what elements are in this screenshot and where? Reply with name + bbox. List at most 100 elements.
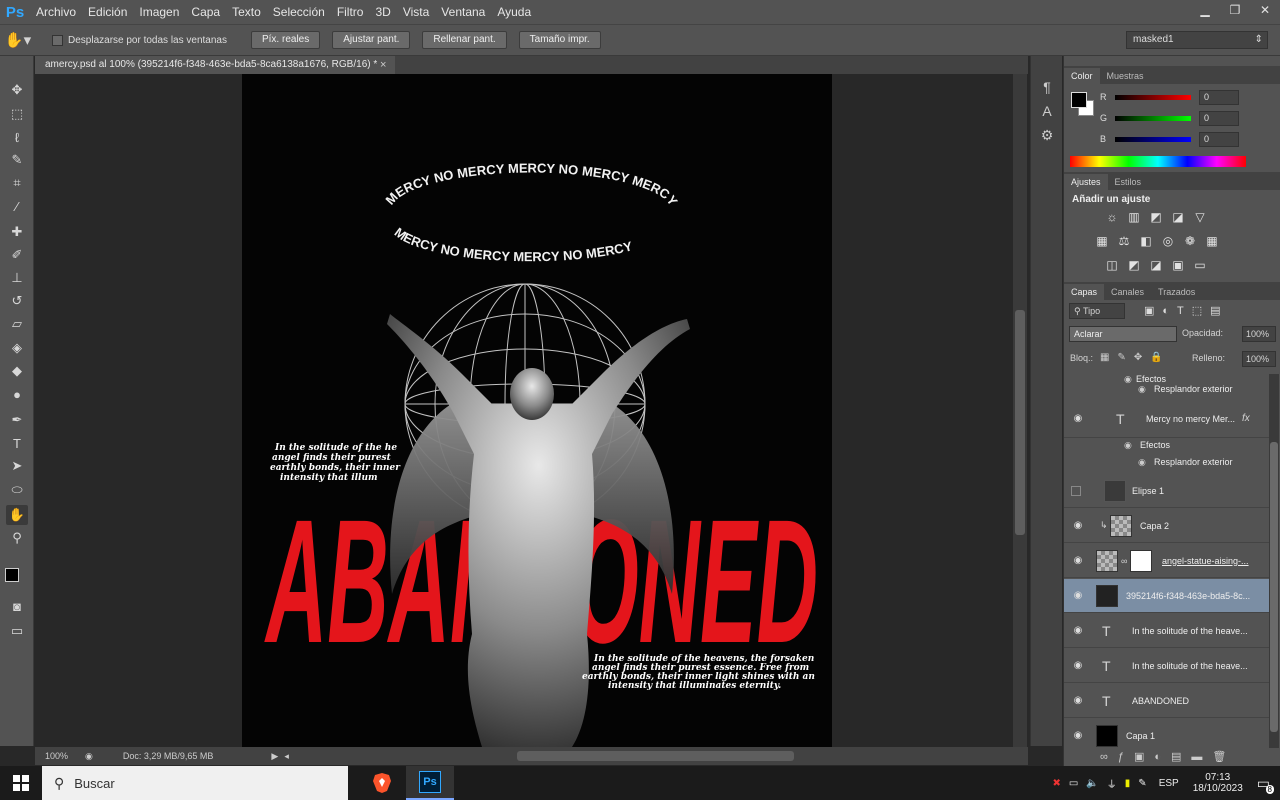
network-icon[interactable]: ▭ bbox=[1069, 778, 1078, 789]
menu-ayuda[interactable]: Ayuda bbox=[491, 0, 537, 24]
eye-icon[interactable]: ◉ bbox=[1071, 413, 1085, 424]
tab-color[interactable]: Color bbox=[1064, 68, 1100, 84]
type-tool-icon[interactable]: T bbox=[6, 433, 28, 453]
taskbar-search[interactable]: ⚲ Buscar bbox=[42, 766, 348, 800]
glow-eye-icon[interactable]: ◉ bbox=[1138, 457, 1146, 468]
tab-trazados[interactable]: Trazados bbox=[1151, 284, 1202, 300]
print-size-button[interactable]: Tamaño impr. bbox=[518, 31, 601, 49]
eye-icon[interactable]: ◉ bbox=[1071, 730, 1085, 741]
effects-eye-icon[interactable]: ◉ bbox=[1124, 440, 1132, 451]
eye-icon[interactable]: ◉ bbox=[1071, 695, 1085, 706]
eye-icon[interactable]: ◉ bbox=[1071, 555, 1085, 566]
language-indicator[interactable]: ESP bbox=[1159, 778, 1179, 789]
blend-mode-select[interactable]: Aclarar bbox=[1069, 326, 1177, 342]
r-track[interactable] bbox=[1115, 94, 1191, 100]
volume-icon[interactable]: 🔈 bbox=[1086, 778, 1098, 789]
history-brush-tool-icon[interactable]: ↺ bbox=[6, 291, 28, 311]
quick-mask-icon[interactable]: ◙ bbox=[6, 596, 28, 616]
stamp-tool-icon[interactable]: ⊥ bbox=[6, 268, 28, 288]
close-tab-icon[interactable]: × bbox=[380, 56, 386, 74]
g-value[interactable]: 0 bbox=[1199, 110, 1239, 126]
menu-edicion[interactable]: Edición bbox=[82, 0, 133, 24]
color-spectrum[interactable] bbox=[1070, 156, 1246, 167]
layer-row[interactable]: ◉ T In the solitude of the heave... bbox=[1064, 649, 1269, 683]
lasso-tool-icon[interactable]: ℓ bbox=[6, 127, 28, 147]
eye-icon[interactable]: ◉ bbox=[1071, 625, 1085, 636]
layer-row[interactable]: ◉ ↳ Capa 2 bbox=[1064, 509, 1269, 543]
b-slider[interactable]: B 0 bbox=[1100, 130, 1260, 148]
eye-icon[interactable]: ◉ bbox=[1071, 520, 1085, 531]
document-tab[interactable]: amercy.psd al 100% (395214f6-f348-463e-b… bbox=[35, 56, 395, 74]
layer-mask-thumbnail[interactable] bbox=[1130, 549, 1152, 572]
tab-ajustes[interactable]: Ajustes bbox=[1064, 174, 1108, 190]
scroll-all-windows-checkbox[interactable] bbox=[52, 34, 63, 46]
close-icon[interactable]: ✕ bbox=[1250, 0, 1280, 20]
pen-tool-icon[interactable]: ✒ bbox=[6, 410, 28, 430]
move-tool-icon[interactable]: ✥ bbox=[6, 80, 28, 100]
fit-screen-button[interactable]: Ajustar pant. bbox=[332, 31, 411, 49]
healing-brush-tool-icon[interactable]: ✚ bbox=[6, 222, 28, 242]
tab-canales[interactable]: Canales bbox=[1104, 284, 1151, 300]
character-icon[interactable]: A bbox=[1038, 102, 1056, 120]
bw-icon[interactable]: ◧ bbox=[1138, 234, 1154, 248]
invert-icon[interactable]: ◫ bbox=[1104, 258, 1120, 272]
menu-archivo[interactable]: Archivo bbox=[30, 0, 82, 24]
crop-tool-icon[interactable]: ⌗ bbox=[6, 173, 28, 193]
vibrance-icon[interactable]: ▽ bbox=[1192, 210, 1208, 224]
menu-capa[interactable]: Capa bbox=[185, 0, 226, 24]
share-icon[interactable]: ◉ bbox=[85, 751, 93, 762]
g-slider[interactable]: G 0 bbox=[1100, 109, 1260, 127]
opacity-field[interactable]: 100% bbox=[1242, 326, 1276, 342]
balance-icon[interactable]: ⚖ bbox=[1116, 234, 1132, 248]
marquee-tool-icon[interactable]: ⬚ bbox=[6, 104, 28, 124]
eyedropper-tool-icon[interactable]: ⁄ bbox=[6, 196, 28, 216]
scroll-left-icon[interactable]: ◂ bbox=[284, 751, 289, 762]
link-icon[interactable]: ∞ bbox=[1121, 556, 1127, 566]
hand-tool-icon[interactable]: ✋ bbox=[6, 505, 28, 525]
photo-filter-icon[interactable]: ◎ bbox=[1160, 234, 1176, 248]
workspace-select[interactable]: masked1 ⇕ bbox=[1126, 31, 1268, 49]
fill-field[interactable]: 100% bbox=[1242, 351, 1276, 367]
curves-icon[interactable]: ◩ bbox=[1148, 210, 1164, 224]
restore-icon[interactable]: ❐ bbox=[1220, 0, 1250, 20]
layer-row[interactable]: Elipse 1 bbox=[1064, 474, 1269, 508]
layers-footer-icons[interactable]: ∞ƒ▣◐▤▬🗑 bbox=[1100, 750, 1236, 763]
horizontal-scroll-thumb[interactable] bbox=[517, 751, 794, 761]
menu-texto[interactable]: Texto bbox=[226, 0, 267, 24]
zoom-level[interactable]: 100% bbox=[45, 751, 81, 761]
menu-seleccion[interactable]: Selección bbox=[267, 0, 331, 24]
windows-start-icon[interactable] bbox=[0, 766, 42, 800]
layer-row[interactable]: ◉ ∞ angel-statue-aising-... bbox=[1064, 544, 1269, 578]
fg-color-swatch[interactable] bbox=[1071, 92, 1087, 108]
menu-ventana[interactable]: Ventana bbox=[435, 0, 491, 24]
threshold-icon[interactable]: ◪ bbox=[1148, 258, 1164, 272]
brightness-icon[interactable]: ☼ bbox=[1104, 210, 1120, 224]
posterize-icon[interactable]: ◩ bbox=[1126, 258, 1142, 272]
screen-mode-icon[interactable]: ▭ bbox=[6, 621, 28, 641]
g-track[interactable] bbox=[1115, 115, 1191, 121]
selective-color-icon[interactable]: ▭ bbox=[1192, 258, 1208, 272]
canvas-area[interactable]: MERCY NO MERCY MERCY NO MERCY MERCY MERC… bbox=[35, 74, 1013, 747]
status-menu-arrow-icon[interactable]: ▶ bbox=[271, 751, 278, 762]
layer-filter-select[interactable]: ⚲ Tipo bbox=[1069, 303, 1125, 319]
tab-muestras[interactable]: Muestras bbox=[1100, 68, 1151, 84]
eraser-tool-icon[interactable]: ▱ bbox=[6, 314, 28, 334]
minimize-icon[interactable]: ▁ bbox=[1190, 0, 1220, 20]
dodge-tool-icon[interactable]: ● bbox=[6, 384, 28, 404]
clock[interactable]: 07:13 18/10/2023 bbox=[1193, 772, 1243, 794]
menu-filtro[interactable]: Filtro bbox=[331, 0, 370, 24]
tab-capas[interactable]: Capas bbox=[1064, 284, 1105, 300]
quick-select-tool-icon[interactable]: ✎ bbox=[6, 150, 28, 170]
layer-row[interactable]: ◉ T In the solitude of the heave... bbox=[1064, 614, 1269, 648]
layer-row[interactable]: ◉ Capa 1 bbox=[1064, 719, 1269, 748]
photoshop-taskbar-icon[interactable]: Ps bbox=[406, 766, 454, 800]
artboard[interactable]: MERCY NO MERCY MERCY NO MERCY MERCY MERC… bbox=[242, 74, 832, 747]
notifications-icon[interactable]: ▭ 8 bbox=[1257, 775, 1274, 794]
layer-row[interactable]: ◉ T Mercy no mercy Mer... fx bbox=[1064, 400, 1269, 438]
layers-scroll-thumb[interactable] bbox=[1270, 442, 1278, 732]
r-value[interactable]: 0 bbox=[1199, 89, 1239, 105]
layer-filter-icons[interactable]: ▣◐T⬚▤ bbox=[1144, 304, 1229, 317]
layer-row[interactable]: ◉ T ABANDONED bbox=[1064, 684, 1269, 718]
zoom-tool-icon[interactable]: ⚲ bbox=[6, 528, 28, 548]
ellipse-tool-icon[interactable]: ⬭ bbox=[6, 480, 28, 500]
